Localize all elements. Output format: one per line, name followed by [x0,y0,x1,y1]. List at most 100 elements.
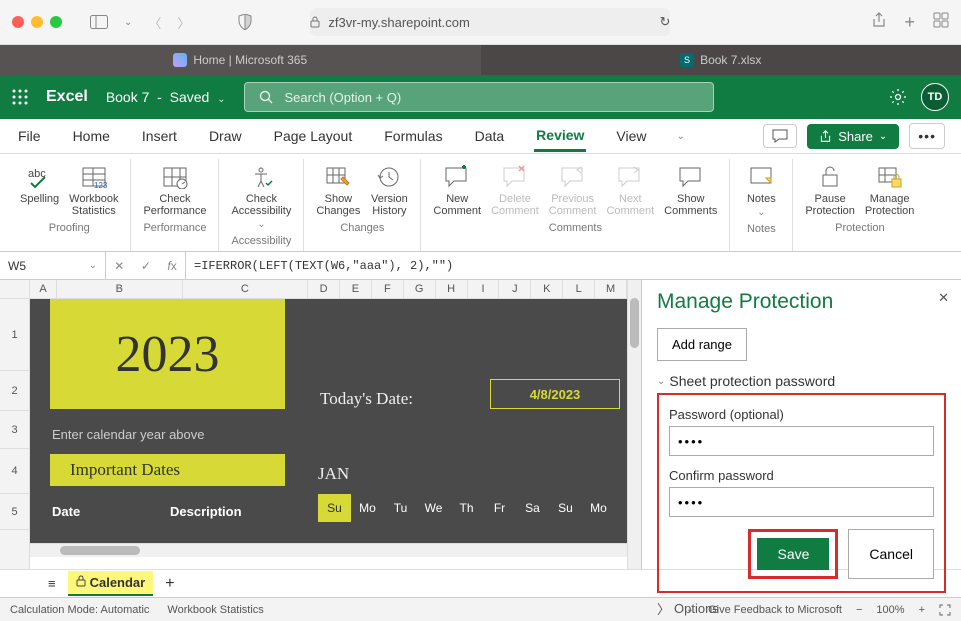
section-header[interactable]: ⌄Sheet protection password [657,373,946,389]
vertical-scrollbar[interactable] [627,280,641,569]
weekday-cell[interactable]: Tu [384,494,417,522]
doc-name[interactable]: Book 7 - Saved ⌄ [106,89,226,105]
group-changes: Changes [314,222,410,236]
show-comments-button[interactable]: Show Comments [662,161,719,219]
close-window-button[interactable] [12,16,24,28]
cancel-formula-icon[interactable]: ✕ [114,259,124,273]
col-header[interactable]: A [30,280,57,298]
calc-mode[interactable]: Calculation Mode: Automatic [10,604,149,616]
shield-icon[interactable] [238,14,252,30]
content-area: 1 2 3 4 5 A B C D E F G H I J K L M 2023… [0,280,961,569]
add-sheet-button[interactable]: + [165,575,174,593]
check-accessibility-button[interactable]: Check Accessibility ⌄ [229,161,293,232]
col-header[interactable]: J [499,280,531,298]
tab-insert[interactable]: Insert [140,122,179,150]
maximize-window-button[interactable] [50,16,62,28]
avatar[interactable]: TD [921,83,949,111]
tabs-overview-icon[interactable] [933,12,949,33]
save-button[interactable]: Save [757,538,829,570]
more-tabs-icon[interactable]: ⌄ [677,131,685,142]
name-box[interactable]: W5⌄ [0,252,106,279]
weekday-cell[interactable]: Th [450,494,483,522]
col-header[interactable]: D [308,280,340,298]
workbook-stats-link[interactable]: Workbook Statistics [167,604,263,616]
check-performance-button[interactable]: Check Performance [141,161,208,219]
weekday-cell[interactable]: We [417,494,450,522]
row-header[interactable]: 5 [0,494,29,530]
col-header[interactable]: L [563,280,595,298]
spelling-button[interactable]: abc Spelling [18,161,61,219]
minimize-window-button[interactable] [31,16,43,28]
share-icon[interactable] [872,12,886,33]
close-icon[interactable]: ✕ [938,290,949,306]
sheets-menu-icon[interactable]: ≡ [48,576,56,591]
col-header[interactable]: C [183,280,309,298]
col-header[interactable]: G [404,280,436,298]
col-header[interactable]: I [468,280,500,298]
weekday-cell[interactable]: Fr [483,494,516,522]
back-button[interactable]: 〈 [148,13,161,32]
more-button[interactable]: ••• [909,123,945,149]
browser-tab-book7[interactable]: S Book 7.xlsx [481,45,961,75]
weekday-cell[interactable]: Mo [351,494,384,522]
manage-protection-button[interactable]: Manage Protection [863,161,917,219]
reload-icon[interactable]: ↻ [660,14,671,30]
pause-protection-button[interactable]: Pause Protection [803,161,857,219]
horizontal-scrollbar[interactable] [30,543,627,557]
share-button[interactable]: Share⌄ [807,124,899,149]
sidebar-icon[interactable] [90,15,108,29]
col-header[interactable]: E [340,280,372,298]
show-changes-button[interactable]: Show Changes [314,161,362,219]
col-header[interactable]: H [436,280,468,298]
col-header[interactable]: M [595,280,627,298]
col-header[interactable]: K [531,280,563,298]
worksheet[interactable]: A B C D E F G H I J K L M 2023 Today's D… [30,280,627,569]
settings-icon[interactable] [889,88,907,106]
col-header[interactable]: F [372,280,404,298]
new-comment-button[interactable]: New Comment [431,161,483,219]
tab-formulas[interactable]: Formulas [382,122,444,150]
row-header[interactable]: 3 [0,411,29,449]
fx-icon[interactable]: fx [167,259,176,273]
row-header[interactable]: 4 [0,449,29,494]
browser-tab-home[interactable]: Home | Microsoft 365 [0,45,481,75]
app-launcher-icon[interactable] [12,89,28,105]
accept-formula-icon[interactable]: ✓ [141,259,151,273]
ribbon-tabs: File Home Insert Draw Page Layout Formul… [0,119,961,154]
options-section[interactable]: 〉Options [657,599,946,618]
sheet-tab-calendar[interactable]: Calendar [68,571,154,596]
tab-page-layout[interactable]: Page Layout [272,122,355,150]
tab-data[interactable]: Data [473,122,507,150]
search-box[interactable]: Search (Option + Q) [244,82,714,112]
weekday-cell[interactable]: Su [549,494,582,522]
lock-icon [310,16,320,28]
tab-home[interactable]: Home [71,122,112,150]
weekday-cell[interactable]: Mo [582,494,615,522]
weekday-cell[interactable]: Sa [516,494,549,522]
workbook-stats-button[interactable]: 123 Workbook Statistics [67,161,120,219]
add-range-button[interactable]: Add range [657,328,747,361]
version-history-button[interactable]: Version History [368,161,410,219]
forward-button[interactable]: 〉 [177,13,190,32]
year-cell[interactable]: 2023 [50,299,285,409]
month-label: JAN [318,464,349,484]
row-header[interactable]: 2 [0,371,29,411]
col-header[interactable]: B [57,280,183,298]
tab-view[interactable]: View [614,122,648,150]
tab-review[interactable]: Review [534,121,586,152]
notes-button[interactable]: Notes ⌄ [740,161,782,220]
tab-draw[interactable]: Draw [207,122,244,150]
confirm-password-field[interactable] [669,487,934,517]
tab-file[interactable]: File [16,122,43,150]
url-bar[interactable]: zf3vr-my.sharepoint.com ↻ [310,8,670,36]
row-headers: 1 2 3 4 5 [0,280,30,569]
weekday-cell[interactable]: Su [318,494,351,522]
comments-button[interactable] [763,124,797,148]
row-header[interactable]: 1 [0,299,29,371]
new-tab-icon[interactable]: + [904,12,915,33]
password-field[interactable] [669,426,934,456]
cancel-button[interactable]: Cancel [848,529,934,579]
formula-input[interactable]: =IFERROR(LEFT(TEXT(W6,"aaa"), 2),"") [186,259,961,273]
delete-comment-icon [501,163,529,191]
chevron-down-icon[interactable]: ⌄ [124,17,132,28]
